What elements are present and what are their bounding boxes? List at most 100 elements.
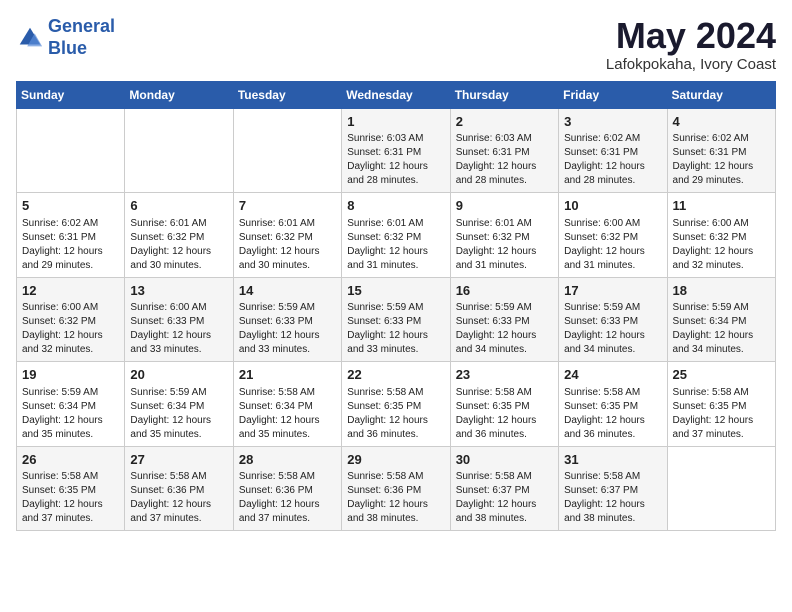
day-info: Sunrise: 6:03 AM Sunset: 6:31 PM Dayligh… [347,132,444,188]
day-info: Sunrise: 5:59 AM Sunset: 6:34 PM Dayligh… [22,386,119,442]
day-info: Sunrise: 5:58 AM Sunset: 6:36 PM Dayligh… [239,470,336,526]
month-title: May 2024 [606,16,776,56]
calendar-cell [667,446,775,531]
day-info: Sunrise: 6:00 AM Sunset: 6:33 PM Dayligh… [130,301,227,357]
day-info: Sunrise: 5:58 AM Sunset: 6:35 PM Dayligh… [347,386,444,442]
calendar-cell: 31Sunrise: 5:58 AM Sunset: 6:37 PM Dayli… [559,446,667,531]
weekday-header: Sunday [17,81,125,108]
calendar-table: SundayMondayTuesdayWednesdayThursdayFrid… [16,81,776,532]
day-info: Sunrise: 6:00 AM Sunset: 6:32 PM Dayligh… [22,301,119,357]
logo: General Blue [16,16,115,59]
day-info: Sunrise: 5:58 AM Sunset: 6:37 PM Dayligh… [456,470,553,526]
day-number: 23 [456,366,553,384]
day-info: Sunrise: 5:59 AM Sunset: 6:33 PM Dayligh… [564,301,661,357]
weekday-header: Thursday [450,81,558,108]
location-subtitle: Lafokpokaha, Ivory Coast [606,56,776,73]
header-row: SundayMondayTuesdayWednesdayThursdayFrid… [17,81,776,108]
day-info: Sunrise: 6:00 AM Sunset: 6:32 PM Dayligh… [564,217,661,273]
day-number: 7 [239,197,336,215]
day-number: 29 [347,451,444,469]
day-number: 26 [22,451,119,469]
day-number: 8 [347,197,444,215]
day-info: Sunrise: 6:01 AM Sunset: 6:32 PM Dayligh… [456,217,553,273]
day-info: Sunrise: 6:01 AM Sunset: 6:32 PM Dayligh… [130,217,227,273]
day-info: Sunrise: 6:01 AM Sunset: 6:32 PM Dayligh… [239,217,336,273]
calendar-cell: 21 Sunrise: 5:58 AM Sunset: 6:34 PM Dayli… [233,362,341,447]
day-number: 12 [22,282,119,300]
calendar-week-row: 5Sunrise: 6:02 AM Sunset: 6:31 PM Daylig… [17,193,776,278]
day-number: 28 [239,451,336,469]
day-number: 31 [564,451,661,469]
day-number: 20 [130,366,227,384]
day-info: Sunrise: 6:01 AM Sunset: 6:32 PM Dayligh… [347,217,444,273]
calendar-cell: 24Sunrise: 5:58 AM Sunset: 6:35 PM Dayli… [559,362,667,447]
calendar-cell: 27Sunrise: 5:58 AM Sunset: 6:36 PM Dayli… [125,446,233,531]
calendar-cell: 30Sunrise: 5:58 AM Sunset: 6:37 PM Dayli… [450,446,558,531]
day-number: 25 [673,366,770,384]
day-number: 11 [673,197,770,215]
calendar-cell: 10 Sunrise: 6:00 AM Sunset: 6:32 PM Dayli… [559,193,667,278]
day-info: Sunrise: 6:00 AM Sunset: 6:32 PM Dayligh… [673,217,770,273]
calendar-cell: 23 Sunrise: 5:58 AM Sunset: 6:35 PM Dayli… [450,362,558,447]
calendar-cell: 19 Sunrise: 5:59 AM Sunset: 6:34 PM Dayli… [17,362,125,447]
weekday-header: Monday [125,81,233,108]
day-info: Sunrise: 5:58 AM Sunset: 6:36 PM Dayligh… [130,470,227,526]
day-number: 19 [22,366,119,384]
day-info: Sunrise: 6:03 AM Sunset: 6:31 PM Dayligh… [456,132,553,188]
calendar-cell: 12Sunrise: 6:00 AM Sunset: 6:32 PM Dayli… [17,277,125,362]
day-info: Sunrise: 6:02 AM Sunset: 6:31 PM Dayligh… [673,132,770,188]
calendar-cell: 18Sunrise: 5:59 AM Sunset: 6:34 PM Dayli… [667,277,775,362]
day-number: 17 [564,282,661,300]
weekday-header: Friday [559,81,667,108]
logo-icon [16,24,44,52]
day-number: 21 [239,366,336,384]
calendar-cell: 9Sunrise: 6:01 AM Sunset: 6:32 PM Daylig… [450,193,558,278]
day-info: Sunrise: 5:58 AM Sunset: 6:35 PM Dayligh… [673,386,770,442]
calendar-cell: 25 Sunrise: 5:58 AM Sunset: 6:35 PM Dayli… [667,362,775,447]
day-number: 14 [239,282,336,300]
day-number: 2 [456,113,553,131]
calendar-cell: 4Sunrise: 6:02 AM Sunset: 6:31 PM Daylig… [667,108,775,193]
calendar-cell: 16Sunrise: 5:59 AM Sunset: 6:33 PM Dayli… [450,277,558,362]
calendar-cell [17,108,125,193]
calendar-cell: 20Sunrise: 5:59 AM Sunset: 6:34 PM Dayli… [125,362,233,447]
calendar-cell: 2Sunrise: 6:03 AM Sunset: 6:31 PM Daylig… [450,108,558,193]
day-number: 16 [456,282,553,300]
day-info: Sunrise: 5:58 AM Sunset: 6:34 PM Dayligh… [239,386,336,442]
calendar-week-row: 12Sunrise: 6:00 AM Sunset: 6:32 PM Dayli… [17,277,776,362]
logo-text-line1: General [48,16,115,38]
calendar-cell: 22Sunrise: 5:58 AM Sunset: 6:35 PM Dayli… [342,362,450,447]
logo-text-line2: Blue [48,38,115,60]
day-info: Sunrise: 5:58 AM Sunset: 6:36 PM Dayligh… [347,470,444,526]
weekday-header: Saturday [667,81,775,108]
calendar-cell: 1Sunrise: 6:03 AM Sunset: 6:31 PM Daylig… [342,108,450,193]
calendar-week-row: 1Sunrise: 6:03 AM Sunset: 6:31 PM Daylig… [17,108,776,193]
calendar-cell: 7 Sunrise: 6:01 AM Sunset: 6:32 PM Daylig… [233,193,341,278]
day-number: 5 [22,197,119,215]
day-number: 15 [347,282,444,300]
calendar-cell: 5Sunrise: 6:02 AM Sunset: 6:31 PM Daylig… [17,193,125,278]
calendar-week-row: 26Sunrise: 5:58 AM Sunset: 6:35 PM Dayli… [17,446,776,531]
calendar-cell: 6Sunrise: 6:01 AM Sunset: 6:32 PM Daylig… [125,193,233,278]
calendar-week-row: 19 Sunrise: 5:59 AM Sunset: 6:34 PM Dayli… [17,362,776,447]
calendar-cell: 26Sunrise: 5:58 AM Sunset: 6:35 PM Dayli… [17,446,125,531]
calendar-cell: 17Sunrise: 5:59 AM Sunset: 6:33 PM Dayli… [559,277,667,362]
day-info: Sunrise: 5:58 AM Sunset: 6:35 PM Dayligh… [22,470,119,526]
weekday-header: Tuesday [233,81,341,108]
day-number: 10 [564,197,661,215]
day-info: Sunrise: 5:59 AM Sunset: 6:33 PM Dayligh… [456,301,553,357]
day-number: 24 [564,366,661,384]
weekday-header: Wednesday [342,81,450,108]
day-info: Sunrise: 5:59 AM Sunset: 6:33 PM Dayligh… [239,301,336,357]
day-number: 18 [673,282,770,300]
calendar-cell [233,108,341,193]
calendar-cell: 14Sunrise: 5:59 AM Sunset: 6:33 PM Dayli… [233,277,341,362]
day-info: Sunrise: 5:58 AM Sunset: 6:35 PM Dayligh… [456,386,553,442]
calendar-cell: 29Sunrise: 5:58 AM Sunset: 6:36 PM Dayli… [342,446,450,531]
calendar-cell: 3Sunrise: 6:02 AM Sunset: 6:31 PM Daylig… [559,108,667,193]
day-info: Sunrise: 5:59 AM Sunset: 6:33 PM Dayligh… [347,301,444,357]
day-info: Sunrise: 5:58 AM Sunset: 6:37 PM Dayligh… [564,470,661,526]
day-info: Sunrise: 6:02 AM Sunset: 6:31 PM Dayligh… [564,132,661,188]
day-number: 27 [130,451,227,469]
day-number: 3 [564,113,661,131]
